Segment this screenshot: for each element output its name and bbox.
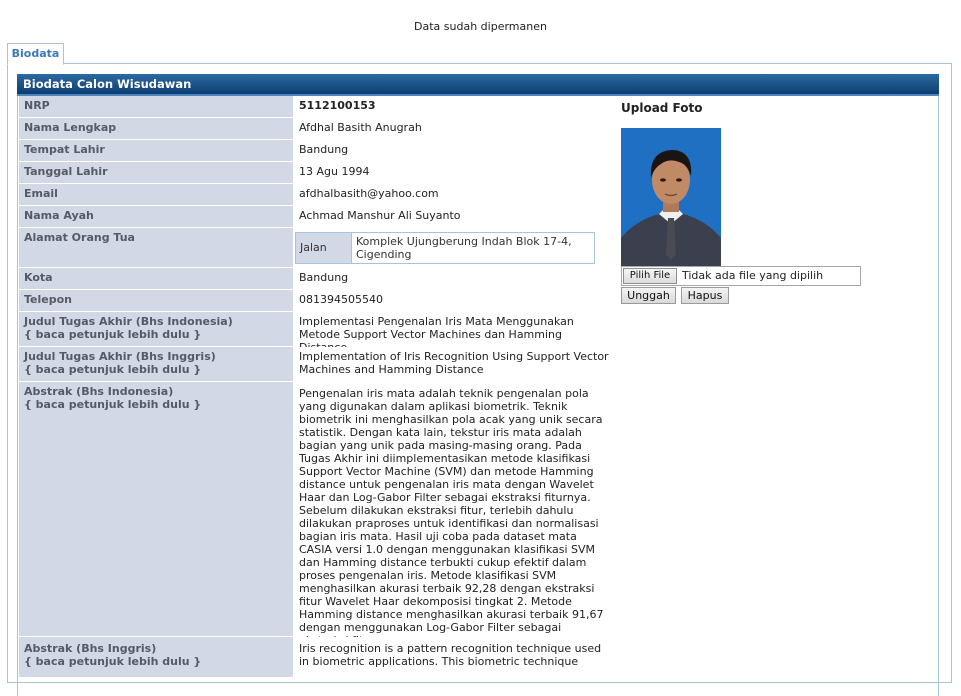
field-row-nama-ayah: Nama Ayah Achmad Manshur Ali Suyanto bbox=[19, 206, 615, 227]
field-label-judul-inggris: Judul Tugas Akhir (Bhs Inggris) { baca p… bbox=[19, 347, 293, 381]
status-message: Data sudah dipermanen bbox=[414, 20, 547, 33]
field-label-telepon: Telepon bbox=[19, 290, 293, 311]
alamat-table: Jalan Komplek Ujungberung Indah Blok 17-… bbox=[295, 232, 595, 264]
section-header: Biodata Calon Wisudawan bbox=[17, 74, 939, 96]
profile-photo bbox=[621, 128, 721, 266]
field-row-tanggal-lahir: Tanggal Lahir 13 Agu 1994 bbox=[19, 162, 615, 183]
field-label-tempat-lahir: Tempat Lahir bbox=[19, 140, 293, 161]
field-row-nrp: NRP 5112100153 bbox=[19, 96, 615, 117]
field-row-judul-indonesia: Judul Tugas Akhir (Bhs Indonesia) { baca… bbox=[19, 312, 615, 354]
abstrak-inggris-hint-link[interactable]: { baca petunjuk lebih dulu } bbox=[24, 655, 288, 668]
field-row-tempat-lahir: Tempat Lahir Bandung bbox=[19, 140, 615, 161]
abstrak-indonesia-label: Abstrak (Bhs Indonesia) bbox=[24, 385, 174, 398]
field-value-alamat: Jalan Komplek Ujungberung Indah Blok 17-… bbox=[295, 228, 615, 267]
field-label-judul-indonesia: Judul Tugas Akhir (Bhs Indonesia) { baca… bbox=[19, 312, 293, 346]
judul-inggris-label: Judul Tugas Akhir (Bhs Inggris) bbox=[24, 350, 216, 363]
field-label-alamat: Alamat Orang Tua bbox=[19, 228, 293, 267]
field-value-nama-ayah: Achmad Manshur Ali Suyanto bbox=[295, 206, 615, 227]
field-value-abstrak-inggris: Iris recognition is a pattern recognitio… bbox=[295, 637, 615, 677]
field-label-nrp: NRP bbox=[19, 96, 293, 117]
field-value-tempat-lahir: Bandung bbox=[295, 140, 615, 161]
field-label-nama-lengkap: Nama Lengkap bbox=[19, 118, 293, 139]
field-row-telepon: Telepon 081394505540 bbox=[19, 290, 615, 311]
choose-file-button[interactable]: Pilih File bbox=[623, 268, 677, 284]
tab-biodata[interactable]: Biodata bbox=[7, 43, 64, 65]
alamat-jalan-value: Komplek Ujungberung Indah Blok 17-4, Cig… bbox=[356, 235, 572, 261]
alamat-sub-label: Jalan bbox=[296, 233, 352, 263]
field-row-abstrak-indonesia: Abstrak (Bhs Indonesia) { baca petunjuk … bbox=[19, 382, 615, 647]
field-row-abstrak-inggris: Abstrak (Bhs Inggris) { baca petunjuk le… bbox=[19, 637, 615, 677]
field-label-kota: Kota bbox=[19, 268, 293, 289]
profile-photo-image bbox=[621, 128, 721, 266]
field-row-email: Email afdhalbasith@yahoo.com bbox=[19, 184, 615, 205]
abstrak-inggris-label: Abstrak (Bhs Inggris) bbox=[24, 642, 157, 655]
field-label-abstrak-inggris: Abstrak (Bhs Inggris) { baca petunjuk le… bbox=[19, 637, 293, 677]
judul-inggris-hint-link[interactable]: { baca petunjuk lebih dulu } bbox=[24, 363, 288, 376]
field-value-abstrak-indonesia: Pengenalan iris mata adalah teknik penge… bbox=[295, 382, 615, 647]
judul-indonesia-label: Judul Tugas Akhir (Bhs Indonesia) bbox=[24, 315, 233, 328]
field-row-judul-inggris: Judul Tugas Akhir (Bhs Inggris) { baca p… bbox=[19, 347, 615, 381]
field-value-nama-lengkap: Afdhal Basith Anugrah bbox=[295, 118, 615, 139]
abstrak-indonesia-hint-link[interactable]: { baca petunjuk lebih dulu } bbox=[24, 398, 288, 411]
field-label-email: Email bbox=[19, 184, 293, 205]
field-value-judul-indonesia: Implementasi Pengenalan Iris Mata Menggu… bbox=[295, 312, 615, 354]
no-file-chosen-text: Tidak ada file yang dipilih bbox=[682, 269, 824, 282]
upload-photo-title: Upload Foto bbox=[621, 101, 703, 115]
field-label-tanggal-lahir: Tanggal Lahir bbox=[19, 162, 293, 183]
field-row-kota: Kota Bandung bbox=[19, 268, 615, 289]
field-row-nama-lengkap: Nama Lengkap Afdhal Basith Anugrah bbox=[19, 118, 615, 139]
field-value-tanggal-lahir: 13 Agu 1994 bbox=[295, 162, 615, 183]
file-input[interactable]: Pilih File Tidak ada file yang dipilih bbox=[621, 266, 861, 286]
field-label-nama-ayah: Nama Ayah bbox=[19, 206, 293, 227]
field-value-telepon: 081394505540 bbox=[295, 290, 615, 311]
field-value-kota: Bandung bbox=[295, 268, 615, 289]
judul-indonesia-hint-link[interactable]: { baca petunjuk lebih dulu } bbox=[24, 328, 288, 341]
field-value-nrp: 5112100153 bbox=[295, 96, 615, 117]
field-row-alamat: Alamat Orang Tua Jalan Komplek Ujungberu… bbox=[19, 228, 615, 267]
field-label-abstrak-indonesia: Abstrak (Bhs Indonesia) { baca petunjuk … bbox=[19, 382, 293, 636]
delete-button[interactable]: Hapus bbox=[681, 287, 729, 304]
field-value-judul-inggris: Implementation of Iris Recognition Using… bbox=[295, 347, 615, 381]
field-value-email: afdhalbasith@yahoo.com bbox=[295, 184, 615, 205]
upload-button[interactable]: Unggah bbox=[621, 287, 676, 304]
